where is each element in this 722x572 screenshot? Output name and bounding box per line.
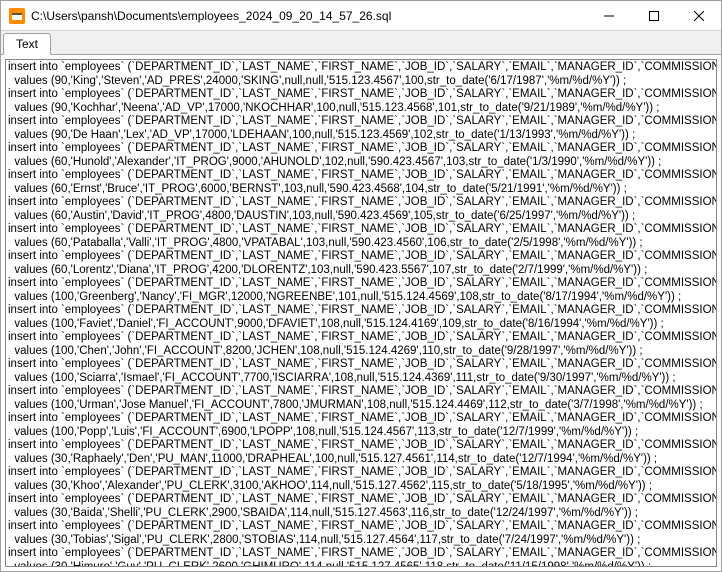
tabbar: Text	[1, 31, 721, 55]
window-title: C:\Users\pansh\Documents\employees_2024_…	[31, 9, 586, 23]
close-icon	[694, 11, 704, 21]
maximize-button[interactable]	[631, 1, 676, 30]
titlebar[interactable]: C:\Users\pansh\Documents\employees_2024_…	[1, 1, 721, 31]
content-border: insert into `employees` (`DEPARTMENT_ID`…	[5, 59, 717, 567]
tab-text[interactable]: Text	[3, 33, 51, 55]
minimize-button[interactable]	[586, 1, 631, 30]
window-controls	[586, 1, 721, 30]
content-wrap: insert into `employees` (`DEPARTMENT_ID`…	[1, 55, 721, 571]
app-icon	[9, 8, 25, 24]
close-button[interactable]	[676, 1, 721, 30]
sql-text-area[interactable]: insert into `employees` (`DEPARTMENT_ID`…	[6, 60, 716, 566]
maximize-icon	[649, 11, 659, 21]
minimize-icon	[604, 11, 614, 21]
